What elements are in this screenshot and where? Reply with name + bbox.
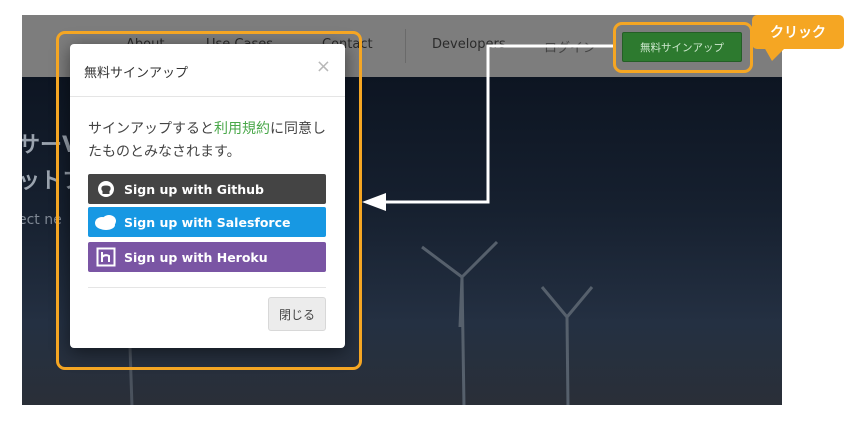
click-callout-label: クリック — [752, 15, 844, 49]
annotation-arrow — [362, 44, 613, 211]
callout-tail — [764, 47, 786, 61]
